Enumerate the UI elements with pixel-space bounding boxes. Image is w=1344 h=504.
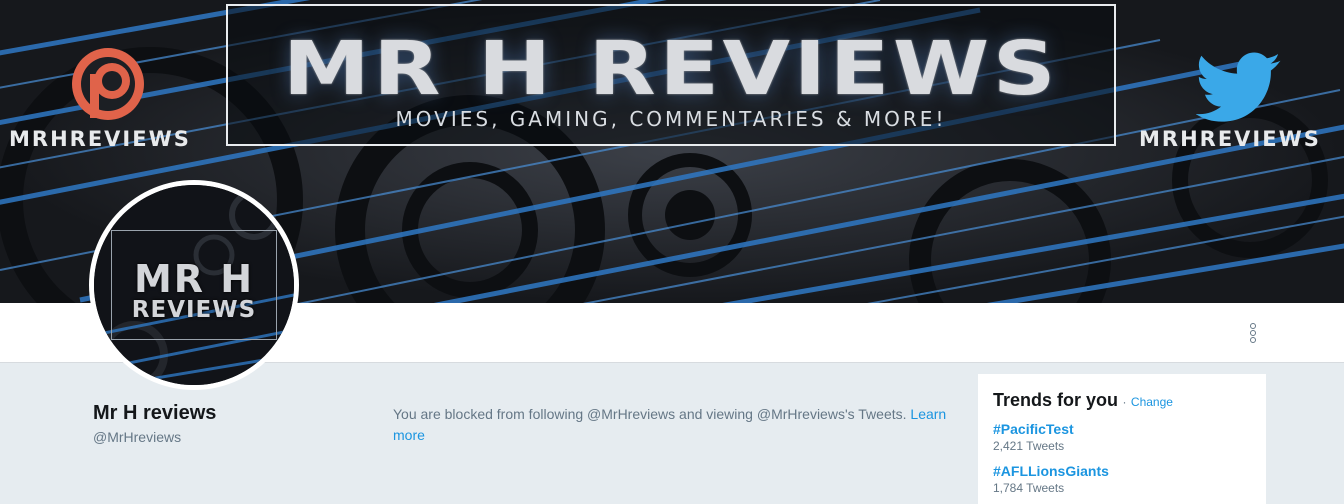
avatar-line1: MR H (133, 257, 255, 301)
blocked-message-text: You are blocked from following @MrHrevie… (393, 406, 907, 422)
profile-name[interactable]: Mr H reviews (93, 402, 216, 425)
trend-item[interactable]: #AFLLionsGiants 1,784 Tweets (993, 463, 1251, 495)
trend-name[interactable]: #PacificTest (993, 421, 1251, 437)
banner-title-box: MR H REVIEWS MOVIES, GAMING, COMMENTARIE… (226, 4, 1116, 146)
banner-subtitle: MOVIES, GAMING, COMMENTARIES & MORE! (395, 107, 947, 131)
trends-separator: · (1122, 395, 1127, 409)
avatar-image: MR H REVIEWS (94, 185, 294, 385)
trends-title: Trends for you (993, 390, 1119, 410)
more-vertical-icon-dot (1250, 337, 1256, 343)
profile-handle[interactable]: @MrHreviews (93, 429, 181, 445)
trend-count: 2,421 Tweets (993, 439, 1065, 453)
trend-item[interactable]: #PacificTest 2,421 Tweets (993, 421, 1251, 453)
trends-panel: Trends for you · Change #PacificTest 2,4… (978, 374, 1266, 504)
patreon-logo-icon (72, 48, 144, 120)
trend-count: 1,784 Tweets (993, 481, 1065, 495)
trends-change-link[interactable]: Change (1131, 395, 1173, 409)
more-vertical-icon-dot (1250, 330, 1256, 336)
avatar-line2: REVIEWS (131, 297, 257, 323)
blocked-message: You are blocked from following @MrHrevie… (393, 404, 953, 446)
patreon-label: MRHREVIEWS (9, 127, 191, 151)
twitter-bird-icon (1196, 52, 1281, 122)
trends-header: Trends for you · Change (993, 390, 1251, 411)
more-vertical-icon (1250, 323, 1256, 329)
banner-title: MR H REVIEWS (282, 26, 1060, 112)
trend-name[interactable]: #AFLLionsGiants (993, 463, 1251, 479)
avatar[interactable]: MR H REVIEWS (89, 180, 299, 390)
more-options-button[interactable] (1244, 319, 1262, 347)
twitter-label: MRHREVIEWS (1139, 127, 1321, 151)
